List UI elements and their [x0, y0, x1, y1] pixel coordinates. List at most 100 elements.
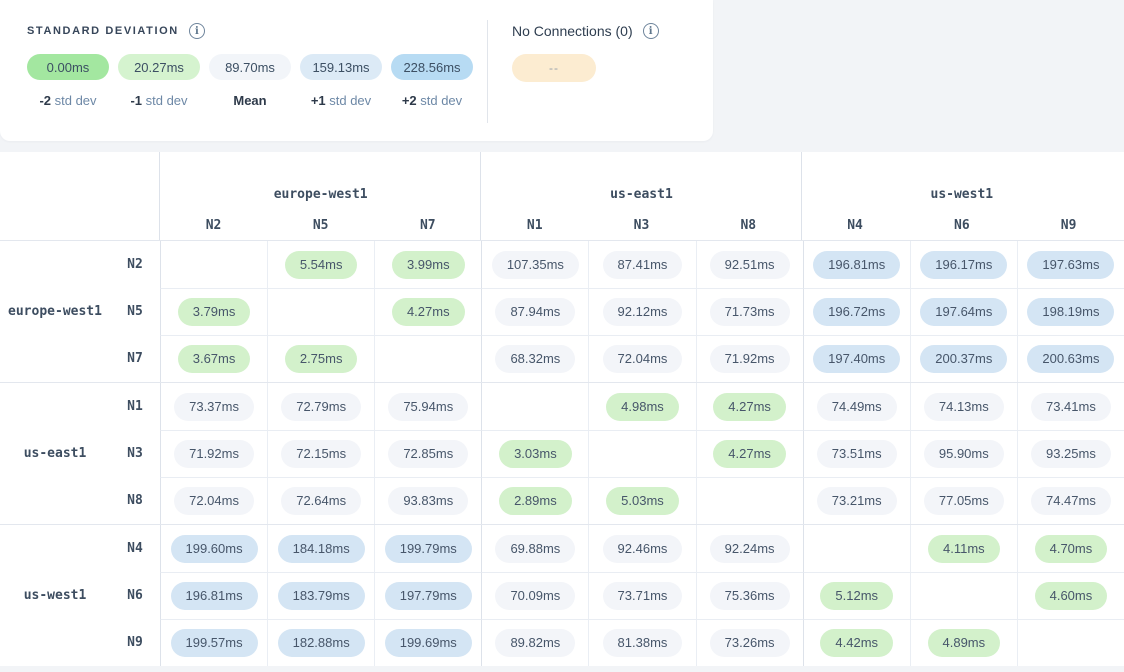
std-deviation-section: STANDARD DEVIATION 0.00ms20.27ms89.70ms1…	[0, 0, 487, 141]
latency-pill[interactable]: 5.54ms	[285, 251, 358, 279]
legend-labels: -2 std dev-1 std devMean+1 std dev+2 std…	[27, 93, 487, 108]
node-row-header-N8: N8	[110, 477, 160, 524]
latency-pill[interactable]: 4.27ms	[713, 393, 786, 421]
latency-pill[interactable]: 4.27ms	[392, 298, 465, 326]
latency-pill[interactable]: 2.89ms	[499, 487, 572, 515]
latency-cell: 73.41ms	[1017, 383, 1124, 430]
latency-pill[interactable]: 72.04ms	[174, 487, 254, 515]
legend-pill-label-3: +1 std dev	[300, 93, 382, 108]
column-group-name: europe-west1	[160, 187, 481, 202]
latency-pill[interactable]: 4.70ms	[1035, 535, 1108, 563]
latency-pill[interactable]: 107.35ms	[492, 251, 579, 279]
latency-pill[interactable]: 199.79ms	[385, 535, 472, 563]
std-deviation-info-icon[interactable]	[189, 23, 205, 39]
latency-pill[interactable]: 71.92ms	[174, 440, 254, 468]
latency-cell: 73.71ms	[588, 572, 695, 619]
latency-cell: 74.13ms	[910, 383, 1017, 430]
latency-cell: 183.79ms	[267, 572, 374, 619]
latency-pill[interactable]: 5.03ms	[606, 487, 679, 515]
latency-pill[interactable]: 71.92ms	[710, 345, 790, 373]
latency-pill[interactable]: 72.15ms	[281, 440, 361, 468]
latency-pill[interactable]: 74.49ms	[817, 393, 897, 421]
latency-pill[interactable]: 200.37ms	[920, 345, 1007, 373]
matrix-row-N8: N8 72.04ms 72.64ms 93.83ms 2.89ms 5.03ms 73.21…	[0, 477, 1124, 524]
latency-pill[interactable]: 197.63ms	[1027, 251, 1114, 279]
latency-pill[interactable]: 200.63ms	[1027, 345, 1114, 373]
latency-pill[interactable]: 184.18ms	[278, 535, 365, 563]
latency-pill[interactable]: 92.12ms	[603, 298, 683, 326]
latency-pill[interactable]: 196.81ms	[171, 582, 258, 610]
latency-pill[interactable]: 81.38ms	[603, 629, 683, 657]
latency-pill[interactable]: 196.81ms	[813, 251, 900, 279]
latency-pill[interactable]: 73.71ms	[603, 582, 683, 610]
latency-pill[interactable]: 197.64ms	[920, 298, 1007, 326]
latency-pill[interactable]: 3.67ms	[178, 345, 251, 373]
latency-pill[interactable]: 4.89ms	[928, 629, 1001, 657]
matrix-row-N7: N73.67ms2.75ms68.32ms72.04ms71.92ms197.4…	[0, 335, 1124, 382]
legend-pill-4: 228.56ms	[391, 54, 473, 80]
latency-matrix: europe-west1N2N5N7us-east1N1N3N8us-west1…	[0, 152, 1124, 666]
latency-pill[interactable]: 4.11ms	[928, 535, 1000, 563]
latency-pill[interactable]: 3.99ms	[392, 251, 465, 279]
latency-pill[interactable]: 74.47ms	[1031, 487, 1111, 515]
region-spacer	[0, 335, 110, 382]
latency-pill[interactable]: 71.73ms	[710, 298, 790, 326]
latency-pill[interactable]: 72.85ms	[388, 440, 468, 468]
latency-pill[interactable]: 198.19ms	[1027, 298, 1114, 326]
latency-cell: 95.90ms	[910, 430, 1017, 477]
latency-pill[interactable]: 89.82ms	[495, 629, 575, 657]
latency-pill[interactable]: 92.46ms	[603, 535, 683, 563]
latency-pill[interactable]: 72.04ms	[603, 345, 683, 373]
latency-pill[interactable]: 199.60ms	[171, 535, 258, 563]
latency-pill[interactable]: 73.21ms	[817, 487, 897, 515]
latency-pill[interactable]: 73.51ms	[817, 440, 897, 468]
latency-pill[interactable]: 3.03ms	[499, 440, 572, 468]
latency-pill[interactable]: 4.98ms	[606, 393, 679, 421]
latency-pill[interactable]: 87.41ms	[603, 251, 683, 279]
latency-pill[interactable]: 68.32ms	[495, 345, 575, 373]
node-column-header-N8: N8	[695, 218, 802, 233]
latency-pill[interactable]: 183.79ms	[278, 582, 365, 610]
latency-pill[interactable]: 92.24ms	[710, 535, 790, 563]
node-column-header-N3: N3	[588, 218, 695, 233]
latency-pill[interactable]: 74.13ms	[924, 393, 1004, 421]
latency-pill[interactable]: 95.90ms	[924, 440, 1004, 468]
latency-pill[interactable]: 4.42ms	[820, 629, 893, 657]
latency-pill[interactable]: 69.88ms	[495, 535, 575, 563]
latency-pill[interactable]: 72.79ms	[281, 393, 361, 421]
region-label-europe-west1: europe-west1	[0, 288, 110, 335]
latency-pill[interactable]: 197.79ms	[385, 582, 472, 610]
node-header-row: N2N5N7	[160, 218, 481, 233]
latency-pill[interactable]: 199.57ms	[171, 629, 258, 657]
latency-pill[interactable]: 73.37ms	[174, 393, 254, 421]
latency-pill[interactable]: 93.83ms	[388, 487, 468, 515]
latency-cell: 71.92ms	[160, 430, 267, 477]
latency-pill[interactable]: 196.72ms	[813, 298, 900, 326]
latency-cell: 184.18ms	[267, 525, 374, 572]
latency-pill[interactable]: 87.94ms	[495, 298, 575, 326]
latency-pill[interactable]: 73.41ms	[1031, 393, 1111, 421]
latency-pill[interactable]: 5.12ms	[820, 582, 893, 610]
latency-cell: 200.37ms	[910, 335, 1017, 382]
latency-pill[interactable]: 93.25ms	[1031, 440, 1111, 468]
latency-pill[interactable]: 72.64ms	[281, 487, 361, 515]
latency-pill[interactable]: 4.60ms	[1035, 582, 1108, 610]
latency-pill[interactable]: 3.79ms	[178, 298, 251, 326]
latency-pill[interactable]: 92.51ms	[710, 251, 790, 279]
latency-pill[interactable]: 196.17ms	[920, 251, 1007, 279]
latency-cell: 68.32ms	[481, 335, 588, 382]
latency-pill[interactable]: 182.88ms	[278, 629, 365, 657]
latency-pill[interactable]: 4.27ms	[713, 440, 786, 468]
latency-pill[interactable]: 75.94ms	[388, 393, 468, 421]
latency-pill[interactable]: 77.05ms	[924, 487, 1004, 515]
latency-pill[interactable]: 197.40ms	[813, 345, 900, 373]
no-connections-section: No Connections (0) --	[488, 0, 659, 141]
latency-pill[interactable]: 199.69ms	[385, 629, 472, 657]
latency-cell: 72.85ms	[374, 430, 481, 477]
latency-pill[interactable]: 73.26ms	[710, 629, 790, 657]
latency-pill[interactable]: 70.09ms	[495, 582, 575, 610]
latency-pill[interactable]: 75.36ms	[710, 582, 790, 610]
legend-pill-2: 89.70ms	[209, 54, 291, 80]
no-connections-info-icon[interactable]	[643, 23, 659, 39]
latency-pill[interactable]: 2.75ms	[285, 345, 358, 373]
